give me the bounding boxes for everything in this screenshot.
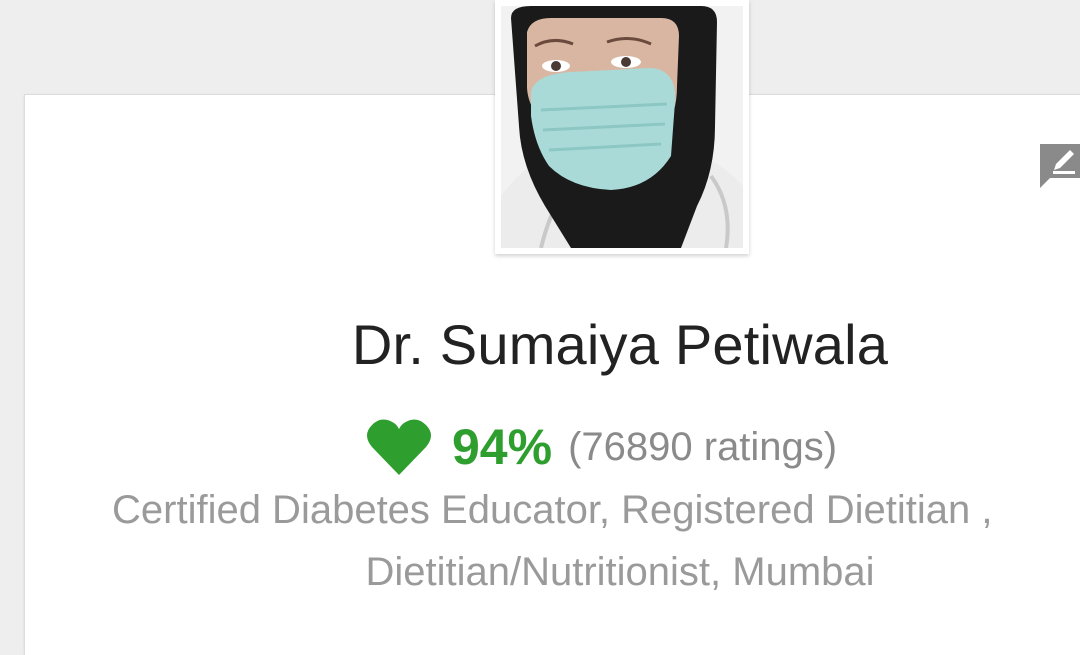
feedback-edit-icon[interactable] bbox=[1034, 140, 1080, 190]
doctor-profile-photo[interactable] bbox=[495, 0, 749, 254]
rating-percent: 94% bbox=[452, 419, 553, 475]
specialty-line-2: Dietitian/Nutritionist, Mumbai bbox=[365, 550, 875, 594]
heart-icon bbox=[367, 419, 431, 475]
rating-summary: 94% (76890 ratings) bbox=[366, 412, 837, 482]
rating-count: (76890 ratings) bbox=[568, 424, 838, 469]
doctor-name: Dr. Sumaiya Petiwala bbox=[351, 313, 889, 376]
doctor-photo-image bbox=[501, 6, 743, 248]
specialty-line-1: Certified Diabetes Educator, Registered … bbox=[112, 488, 993, 532]
